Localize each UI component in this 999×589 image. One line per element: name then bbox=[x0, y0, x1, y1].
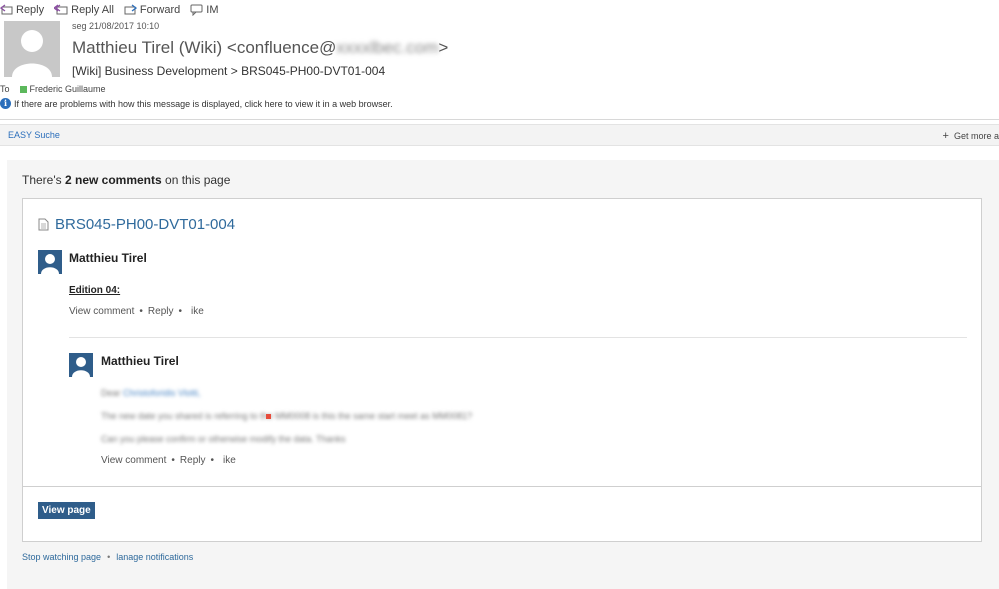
mention-link[interactable]: Christoforidis Vlotti, bbox=[123, 388, 201, 398]
reply-button[interactable]: Reply bbox=[0, 4, 44, 16]
action-separator: • bbox=[210, 455, 215, 466]
view-comment-link[interactable]: View comment bbox=[69, 306, 134, 317]
person-icon bbox=[72, 357, 90, 377]
action-separator: • bbox=[139, 306, 143, 317]
im-button[interactable]: IM bbox=[190, 4, 219, 16]
sender-address[interactable]: Matthieu Tirel (Wiki) <confluence@xxxxlb… bbox=[72, 38, 448, 58]
comment-avatar[interactable] bbox=[69, 353, 93, 377]
info-bar[interactable]: i If there are problems with how this me… bbox=[0, 98, 393, 109]
person-icon bbox=[12, 30, 52, 77]
info-text: If there are problems with how this mess… bbox=[14, 98, 393, 109]
info-icon: i bbox=[0, 98, 11, 109]
comment-author[interactable]: Matthieu Tirel bbox=[101, 354, 179, 368]
message-toolbar: Reply Reply All Forward IM bbox=[0, 2, 229, 18]
sender-avatar bbox=[4, 21, 60, 77]
message-date: seg 21/08/2017 10:10 bbox=[72, 21, 160, 31]
comment-body-heading: Edition 04: bbox=[69, 285, 121, 296]
comment-line-2: The new date you shared is referring to … bbox=[101, 411, 472, 421]
reply-label: Reply bbox=[16, 4, 45, 16]
sender-close: > bbox=[438, 38, 449, 57]
comment-actions: View comment • Reply • ike bbox=[101, 455, 236, 466]
reply-icon bbox=[0, 4, 13, 15]
view-comment-link[interactable]: View comment bbox=[101, 455, 166, 466]
comments-card: BRS045-PH00-DVT01-004 Matthieu Tirel Edi… bbox=[22, 198, 982, 542]
like-link[interactable]: ike bbox=[223, 455, 236, 466]
to-label: To bbox=[0, 84, 10, 94]
easy-suche-link[interactable]: EASY Suche bbox=[8, 130, 60, 140]
get-more-addins[interactable]: + Get more a bbox=[943, 130, 999, 142]
im-label: IM bbox=[206, 4, 219, 16]
page-icon bbox=[38, 218, 49, 231]
person-icon bbox=[41, 254, 59, 274]
to-line: To Frederic Guillaume bbox=[0, 84, 106, 94]
comment-author[interactable]: Matthieu Tirel bbox=[69, 251, 147, 265]
red-marker bbox=[266, 414, 271, 419]
reply-link[interactable]: Reply bbox=[180, 455, 206, 466]
reply-all-label: Reply All bbox=[71, 4, 114, 16]
reply-link[interactable]: Reply bbox=[148, 306, 174, 317]
sender-name: Matthieu Tirel (Wiki) <confluence@ bbox=[72, 38, 337, 57]
like-link[interactable]: ike bbox=[191, 306, 204, 317]
reply-all-icon bbox=[54, 4, 68, 15]
comment-avatar[interactable] bbox=[38, 250, 62, 274]
presence-icon bbox=[19, 85, 27, 93]
reply-all-button[interactable]: Reply All bbox=[54, 4, 114, 16]
comment-line-2-text: The new date you shared is referring to … bbox=[101, 411, 473, 421]
comment-line-1: Dear Christoforidis Vlotti, bbox=[101, 388, 201, 398]
header-divider bbox=[0, 119, 999, 120]
im-icon bbox=[190, 4, 203, 16]
greeting: Dear bbox=[101, 388, 121, 398]
page-title: BRS045-PH00-DVT01-004 bbox=[55, 216, 236, 233]
comment-line-3-text: Can you please confirm or otherwise modi… bbox=[101, 434, 346, 444]
action-separator: • bbox=[171, 455, 175, 466]
stop-watching-link[interactable]: Stop watching page bbox=[22, 552, 101, 562]
forward-icon bbox=[124, 4, 137, 15]
page-title-link[interactable]: BRS045-PH00-DVT01-004 bbox=[38, 216, 235, 233]
to-recipient[interactable]: Frederic Guillaume bbox=[30, 84, 106, 94]
get-more-label: Get more a bbox=[953, 131, 999, 141]
addin-bar: EASY Suche + Get more a bbox=[0, 124, 999, 146]
comment-line-3: Can you please confirm or otherwise modi… bbox=[101, 434, 345, 444]
forward-button[interactable]: Forward bbox=[124, 4, 180, 16]
plus-icon: + bbox=[942, 130, 949, 142]
forward-label: Forward bbox=[139, 4, 181, 16]
card-footer-divider bbox=[23, 486, 981, 487]
intro-count: 2 new comments bbox=[64, 173, 162, 187]
intro-prefix: There's bbox=[22, 173, 65, 187]
manage-notifications-link[interactable]: lanage notifications bbox=[116, 552, 193, 562]
footer-links: Stop watching page • lanage notifications bbox=[22, 552, 193, 562]
message-subject: [Wiki] Business Development > BRS045-PH0… bbox=[72, 64, 386, 78]
view-page-button[interactable]: View page bbox=[38, 502, 95, 519]
action-separator: • bbox=[178, 306, 183, 317]
new-comments-heading: There's 2 new comments on this page bbox=[22, 173, 230, 187]
sender-domain-redacted: xxxxlbec.com bbox=[336, 38, 439, 57]
footer-separator: • bbox=[107, 552, 111, 562]
email-body: There's 2 new comments on this page BRS0… bbox=[7, 160, 999, 589]
comment-divider bbox=[69, 337, 967, 338]
intro-suffix: on this page bbox=[161, 173, 231, 187]
comment-actions: View comment • Reply • ike bbox=[69, 306, 204, 317]
